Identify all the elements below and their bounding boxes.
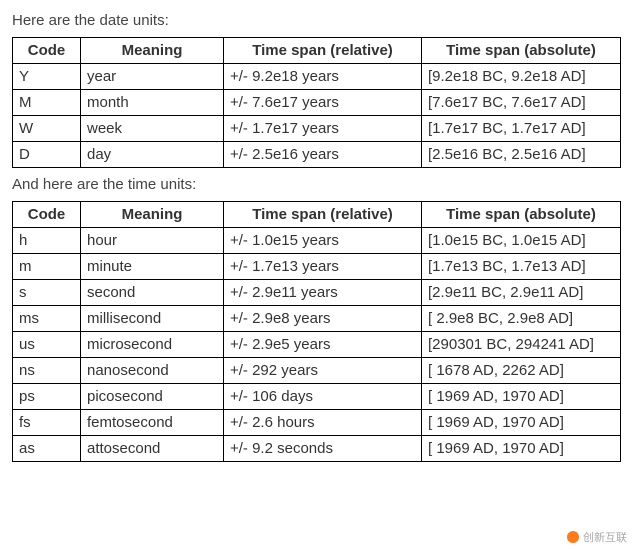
col-abs: Time span (absolute) xyxy=(422,38,621,64)
cell-meaning: year xyxy=(81,64,224,90)
cell-abs: [ 1969 AD, 1970 AD] xyxy=(422,384,621,410)
cell-rel: +/- 292 years xyxy=(224,358,422,384)
cell-meaning: picosecond xyxy=(81,384,224,410)
cell-meaning: attosecond xyxy=(81,436,224,462)
cell-meaning: microsecond xyxy=(81,332,224,358)
cell-rel: +/- 106 days xyxy=(224,384,422,410)
cell-abs: [7.6e17 BC, 7.6e17 AD] xyxy=(422,90,621,116)
cell-rel: +/- 1.7e13 years xyxy=(224,254,422,280)
watermark-text: 创新互联 xyxy=(583,529,627,545)
cell-abs: [2.5e16 BC, 2.5e16 AD] xyxy=(422,142,621,168)
table-row: asattosecond+/- 9.2 seconds[ 1969 AD, 19… xyxy=(13,436,621,462)
cell-code: h xyxy=(13,228,81,254)
cell-code: m xyxy=(13,254,81,280)
cell-abs: [1.7e13 BC, 1.7e13 AD] xyxy=(422,254,621,280)
table-row: msmillisecond+/- 2.9e8 years[ 2.9e8 BC, … xyxy=(13,306,621,332)
cell-abs: [1.0e15 BC, 1.0e15 AD] xyxy=(422,228,621,254)
cell-meaning: second xyxy=(81,280,224,306)
cell-rel: +/- 1.0e15 years xyxy=(224,228,422,254)
table-header-row: Code Meaning Time span (relative) Time s… xyxy=(13,202,621,228)
cell-rel: +/- 2.5e16 years xyxy=(224,142,422,168)
table-row: Yyear+/- 9.2e18 years[9.2e18 BC, 9.2e18 … xyxy=(13,64,621,90)
cell-rel: +/- 2.9e11 years xyxy=(224,280,422,306)
cell-abs: [9.2e18 BC, 9.2e18 AD] xyxy=(422,64,621,90)
table-row: fsfemtosecond+/- 2.6 hours[ 1969 AD, 197… xyxy=(13,410,621,436)
col-code: Code xyxy=(13,202,81,228)
cell-meaning: day xyxy=(81,142,224,168)
table-row: Wweek+/- 1.7e17 years[1.7e17 BC, 1.7e17 … xyxy=(13,116,621,142)
cell-meaning: millisecond xyxy=(81,306,224,332)
intro-date-text: Here are the date units: xyxy=(12,12,621,29)
cell-meaning: hour xyxy=(81,228,224,254)
watermark: 创新互联 xyxy=(567,529,627,545)
cell-abs: [ 2.9e8 BC, 2.9e8 AD] xyxy=(422,306,621,332)
col-meaning: Meaning xyxy=(81,202,224,228)
table-row: hhour+/- 1.0e15 years[1.0e15 BC, 1.0e15 … xyxy=(13,228,621,254)
table-row: ssecond+/- 2.9e11 years[2.9e11 BC, 2.9e1… xyxy=(13,280,621,306)
col-abs: Time span (absolute) xyxy=(422,202,621,228)
col-rel: Time span (relative) xyxy=(224,38,422,64)
cell-code: ms xyxy=(13,306,81,332)
cell-code: D xyxy=(13,142,81,168)
cell-abs: [2.9e11 BC, 2.9e11 AD] xyxy=(422,280,621,306)
cell-code: ns xyxy=(13,358,81,384)
table-row: mminute+/- 1.7e13 years[1.7e13 BC, 1.7e1… xyxy=(13,254,621,280)
watermark-logo-icon xyxy=(567,531,579,543)
cell-rel: +/- 2.9e5 years xyxy=(224,332,422,358)
table-row: pspicosecond+/- 106 days[ 1969 AD, 1970 … xyxy=(13,384,621,410)
cell-meaning: minute xyxy=(81,254,224,280)
cell-rel: +/- 2.6 hours xyxy=(224,410,422,436)
col-meaning: Meaning xyxy=(81,38,224,64)
cell-rel: +/- 9.2 seconds xyxy=(224,436,422,462)
cell-rel: +/- 2.9e8 years xyxy=(224,306,422,332)
intro-time-text: And here are the time units: xyxy=(12,176,621,193)
table-row: Dday+/- 2.5e16 years[2.5e16 BC, 2.5e16 A… xyxy=(13,142,621,168)
col-code: Code xyxy=(13,38,81,64)
cell-rel: +/- 7.6e17 years xyxy=(224,90,422,116)
cell-meaning: week xyxy=(81,116,224,142)
table-row: Mmonth+/- 7.6e17 years[7.6e17 BC, 7.6e17… xyxy=(13,90,621,116)
cell-rel: +/- 1.7e17 years xyxy=(224,116,422,142)
cell-abs: [ 1969 AD, 1970 AD] xyxy=(422,410,621,436)
cell-code: ps xyxy=(13,384,81,410)
col-rel: Time span (relative) xyxy=(224,202,422,228)
cell-abs: [1.7e17 BC, 1.7e17 AD] xyxy=(422,116,621,142)
cell-abs: [290301 BC, 294241 AD] xyxy=(422,332,621,358)
cell-meaning: nanosecond xyxy=(81,358,224,384)
cell-code: us xyxy=(13,332,81,358)
table-row: usmicrosecond+/- 2.9e5 years[290301 BC, … xyxy=(13,332,621,358)
date-units-table: Code Meaning Time span (relative) Time s… xyxy=(12,37,621,168)
cell-meaning: femtosecond xyxy=(81,410,224,436)
cell-code: W xyxy=(13,116,81,142)
cell-code: s xyxy=(13,280,81,306)
cell-code: Y xyxy=(13,64,81,90)
cell-code: M xyxy=(13,90,81,116)
cell-code: as xyxy=(13,436,81,462)
time-units-table: Code Meaning Time span (relative) Time s… xyxy=(12,201,621,462)
cell-rel: +/- 9.2e18 years xyxy=(224,64,422,90)
table-header-row: Code Meaning Time span (relative) Time s… xyxy=(13,38,621,64)
cell-abs: [ 1678 AD, 2262 AD] xyxy=(422,358,621,384)
cell-abs: [ 1969 AD, 1970 AD] xyxy=(422,436,621,462)
table-row: nsnanosecond+/- 292 years[ 1678 AD, 2262… xyxy=(13,358,621,384)
cell-code: fs xyxy=(13,410,81,436)
cell-meaning: month xyxy=(81,90,224,116)
